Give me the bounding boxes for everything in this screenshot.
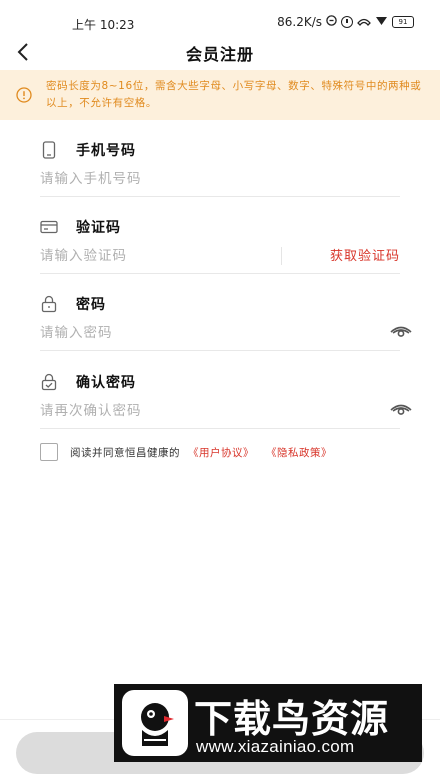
agreement-row: 阅读并同意恒昌健康的 《用户协议》 《隐私政策》 (40, 442, 344, 462)
header: 会员注册 (0, 32, 440, 72)
divider (40, 350, 400, 351)
password-notice-banner: 密码长度为8~16位，需含大些字母、小写字母、数字、特殊符号中的两种或以上，不允… (0, 70, 440, 120)
code-field: 验证码 获取验证码 (40, 217, 400, 277)
bird-logo-icon (122, 690, 188, 756)
info-icon (16, 87, 32, 103)
lock-icon (41, 295, 57, 313)
phone-input[interactable] (40, 168, 270, 190)
agreement-text: 阅读并同意恒昌健康的 (70, 446, 180, 459)
divider (40, 273, 400, 274)
phone-icon (42, 141, 56, 159)
eye-icon[interactable] (390, 323, 412, 339)
confirm-label: 确认密码 (76, 375, 136, 391)
agree-checkbox[interactable] (40, 443, 58, 461)
privacy-policy-link[interactable]: 《隐私政策》 (266, 445, 332, 460)
network-speed: 86.2K/s (277, 15, 322, 29)
phone-label: 手机号码 (76, 143, 136, 159)
code-separator (281, 247, 282, 265)
battery-icon: 91 (392, 16, 414, 28)
alarm-icon (341, 16, 353, 28)
hd-icon (326, 15, 337, 29)
wifi-icon (375, 15, 388, 29)
watermark-title: 下载鸟资源 (194, 697, 390, 741)
signal-icon (357, 15, 371, 29)
divider (40, 196, 400, 197)
divider (40, 428, 400, 429)
user-agreement-link[interactable]: 《用户协议》 (188, 445, 254, 460)
code-label: 验证码 (76, 220, 121, 236)
phone-field: 手机号码 (40, 140, 400, 200)
notice-text: 密码长度为8~16位，需含大些字母、小写字母、数字、特殊符号中的两种或以上，不允… (46, 80, 422, 109)
watermark-overlay: 下载鸟资源 www.xiazainiao.com (114, 684, 422, 762)
shield-check-icon (41, 373, 57, 391)
eye-icon[interactable] (390, 401, 412, 417)
page-title: 会员注册 (185, 45, 254, 64)
watermark-url: www.xiazainiao.com (196, 737, 355, 756)
status-time: 上午 10:23 (72, 18, 135, 32)
password-label: 密码 (76, 297, 106, 313)
status-indicators: 86.2K/s 91 (277, 15, 414, 29)
password-field: 密码 (40, 294, 412, 354)
code-input[interactable] (40, 245, 270, 267)
get-code-button[interactable]: 获取验证码 (330, 245, 400, 264)
password-input[interactable] (40, 322, 270, 344)
message-card-icon (40, 220, 58, 234)
confirm-password-input[interactable] (40, 400, 270, 422)
confirm-password-field: 确认密码 (40, 372, 412, 432)
